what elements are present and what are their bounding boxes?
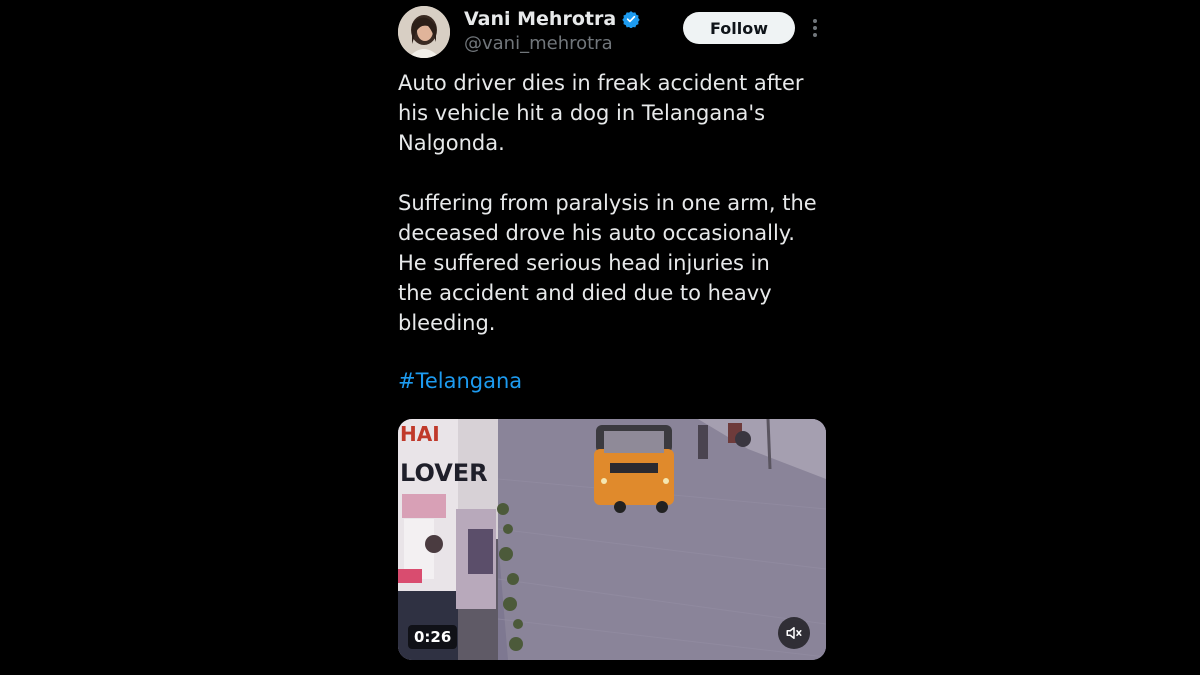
video-frame: HAI LOVER [398,419,826,660]
author-handle[interactable]: @vani_mehrotra [464,33,613,54]
author-display-name[interactable]: Vani Mehrotra [464,8,616,30]
avatar-image [398,6,450,58]
hashtag-link[interactable]: #Telangana [398,366,522,396]
volume-muted-icon [786,627,802,639]
tweet-text: Auto driver dies in freak accident after… [398,71,817,335]
tweet: Vani Mehrotra @vani_mehrotra Follow Auto… [398,0,828,675]
video-player[interactable]: HAI LOVER 0:26 [398,419,826,660]
auto-rickshaw [594,425,674,513]
author-name-row: Vani Mehrotra [464,8,640,30]
mute-button[interactable] [778,617,810,649]
poster-sign-text-2: LOVER [400,459,488,487]
more-vertical-icon[interactable] [808,18,822,38]
poster-sign-text-1: HAI [400,422,440,446]
verified-badge-icon [622,11,640,28]
video-duration: 0:26 [408,625,458,649]
avatar[interactable] [398,6,450,58]
follow-button[interactable]: Follow [683,12,795,44]
